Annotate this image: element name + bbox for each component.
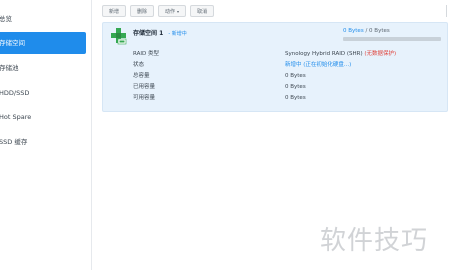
cancel-button[interactable]: 取消 <box>190 5 215 17</box>
sidebar-item-hdd-ssd[interactable]: HDD/SSD <box>0 82 86 104</box>
sidebar-item-overview[interactable]: 总览 <box>0 8 86 30</box>
delete-button[interactable]: 删除 <box>130 5 155 17</box>
raid-type-value: Synology Hybrid RAID (SHR) <box>285 51 363 57</box>
volume-name: 存储空间 1 <box>133 30 164 37</box>
storage-manager-window: 总览 存储空间 存储池 HDD/SSD Hot Spare SSD 缓存 新增 … <box>0 0 450 270</box>
info-row-used-capacity: 已用容量 0 Bytes <box>133 82 443 92</box>
volume-creating-icon <box>111 28 127 45</box>
usage-bar <box>343 37 441 41</box>
sidebar-item-label: SSD 缓存 <box>0 138 28 146</box>
info-value: Synology Hybrid RAID (SHR) (无数据保护) <box>285 49 396 59</box>
sidebar-item-label: 总览 <box>0 15 12 23</box>
used-capacity-value: 0 Bytes <box>285 84 306 90</box>
toolbar-divider <box>446 5 450 17</box>
info-value: 新增中 (正在初始化硬盘...) <box>285 60 351 70</box>
info-label: 可用容量 <box>133 95 156 101</box>
info-row-available-capacity: 可用容量 0 Bytes <box>133 93 443 103</box>
action-dropdown[interactable]: 动作 ▾ <box>158 5 187 17</box>
available-capacity-value: 0 Bytes <box>285 95 306 101</box>
sidebar: 总览 存储空间 存储池 HDD/SSD Hot Spare SSD 缓存 <box>0 0 92 270</box>
new-button[interactable]: 新增 <box>102 5 127 17</box>
info-row-status: 状态 新增中 (正在初始化硬盘...) <box>133 60 443 70</box>
watermark-text: 软件技巧 <box>320 226 429 256</box>
sidebar-item-hot-spare[interactable]: Hot Spare <box>0 106 86 128</box>
info-label: 总容量 <box>133 73 150 79</box>
usage-separator: / <box>365 28 368 34</box>
sidebar-item-label: 存储空间 <box>0 39 25 47</box>
sidebar-item-label: 存储池 <box>0 64 19 72</box>
usage-text: 0 Bytes / 0 Bytes <box>343 28 390 34</box>
info-label: 已用容量 <box>133 84 156 90</box>
usage-used: 0 Bytes <box>343 28 364 34</box>
usage-total: 0 Bytes <box>369 28 390 34</box>
info-label: RAID 类型 <box>133 51 159 57</box>
sidebar-item-label: Hot Spare <box>0 113 32 121</box>
sidebar-item-label: HDD/SSD <box>0 89 30 97</box>
sidebar-item-ssd-cache[interactable]: SSD 缓存 <box>0 131 86 153</box>
volume-panel[interactable]: 存储空间 1 - 新增中 0 Bytes / 0 Bytes RAID 类型 S… <box>102 22 448 112</box>
action-label: 动作 <box>165 9 176 15</box>
raid-warning: (无数据保护) <box>364 51 397 57</box>
sidebar-item-volume[interactable]: 存储空间 <box>0 32 86 54</box>
caret-down-icon: ▾ <box>177 9 180 14</box>
volume-title: 存储空间 1 - 新增中 <box>133 28 187 37</box>
info-row-total-capacity: 总容量 0 Bytes <box>133 71 443 81</box>
volume-status-tag: - 新增中 <box>168 31 187 37</box>
info-label: 状态 <box>133 62 145 68</box>
status-value: 新增中 (正在初始化硬盘...) <box>285 62 352 68</box>
total-capacity-value: 0 Bytes <box>285 73 306 79</box>
info-row-raid-type: RAID 类型 Synology Hybrid RAID (SHR) (无数据保… <box>133 49 443 59</box>
toolbar: 新增 删除 动作 ▾ 取消 <box>102 5 215 17</box>
sidebar-item-storage-pool[interactable]: 存储池 <box>0 57 86 79</box>
